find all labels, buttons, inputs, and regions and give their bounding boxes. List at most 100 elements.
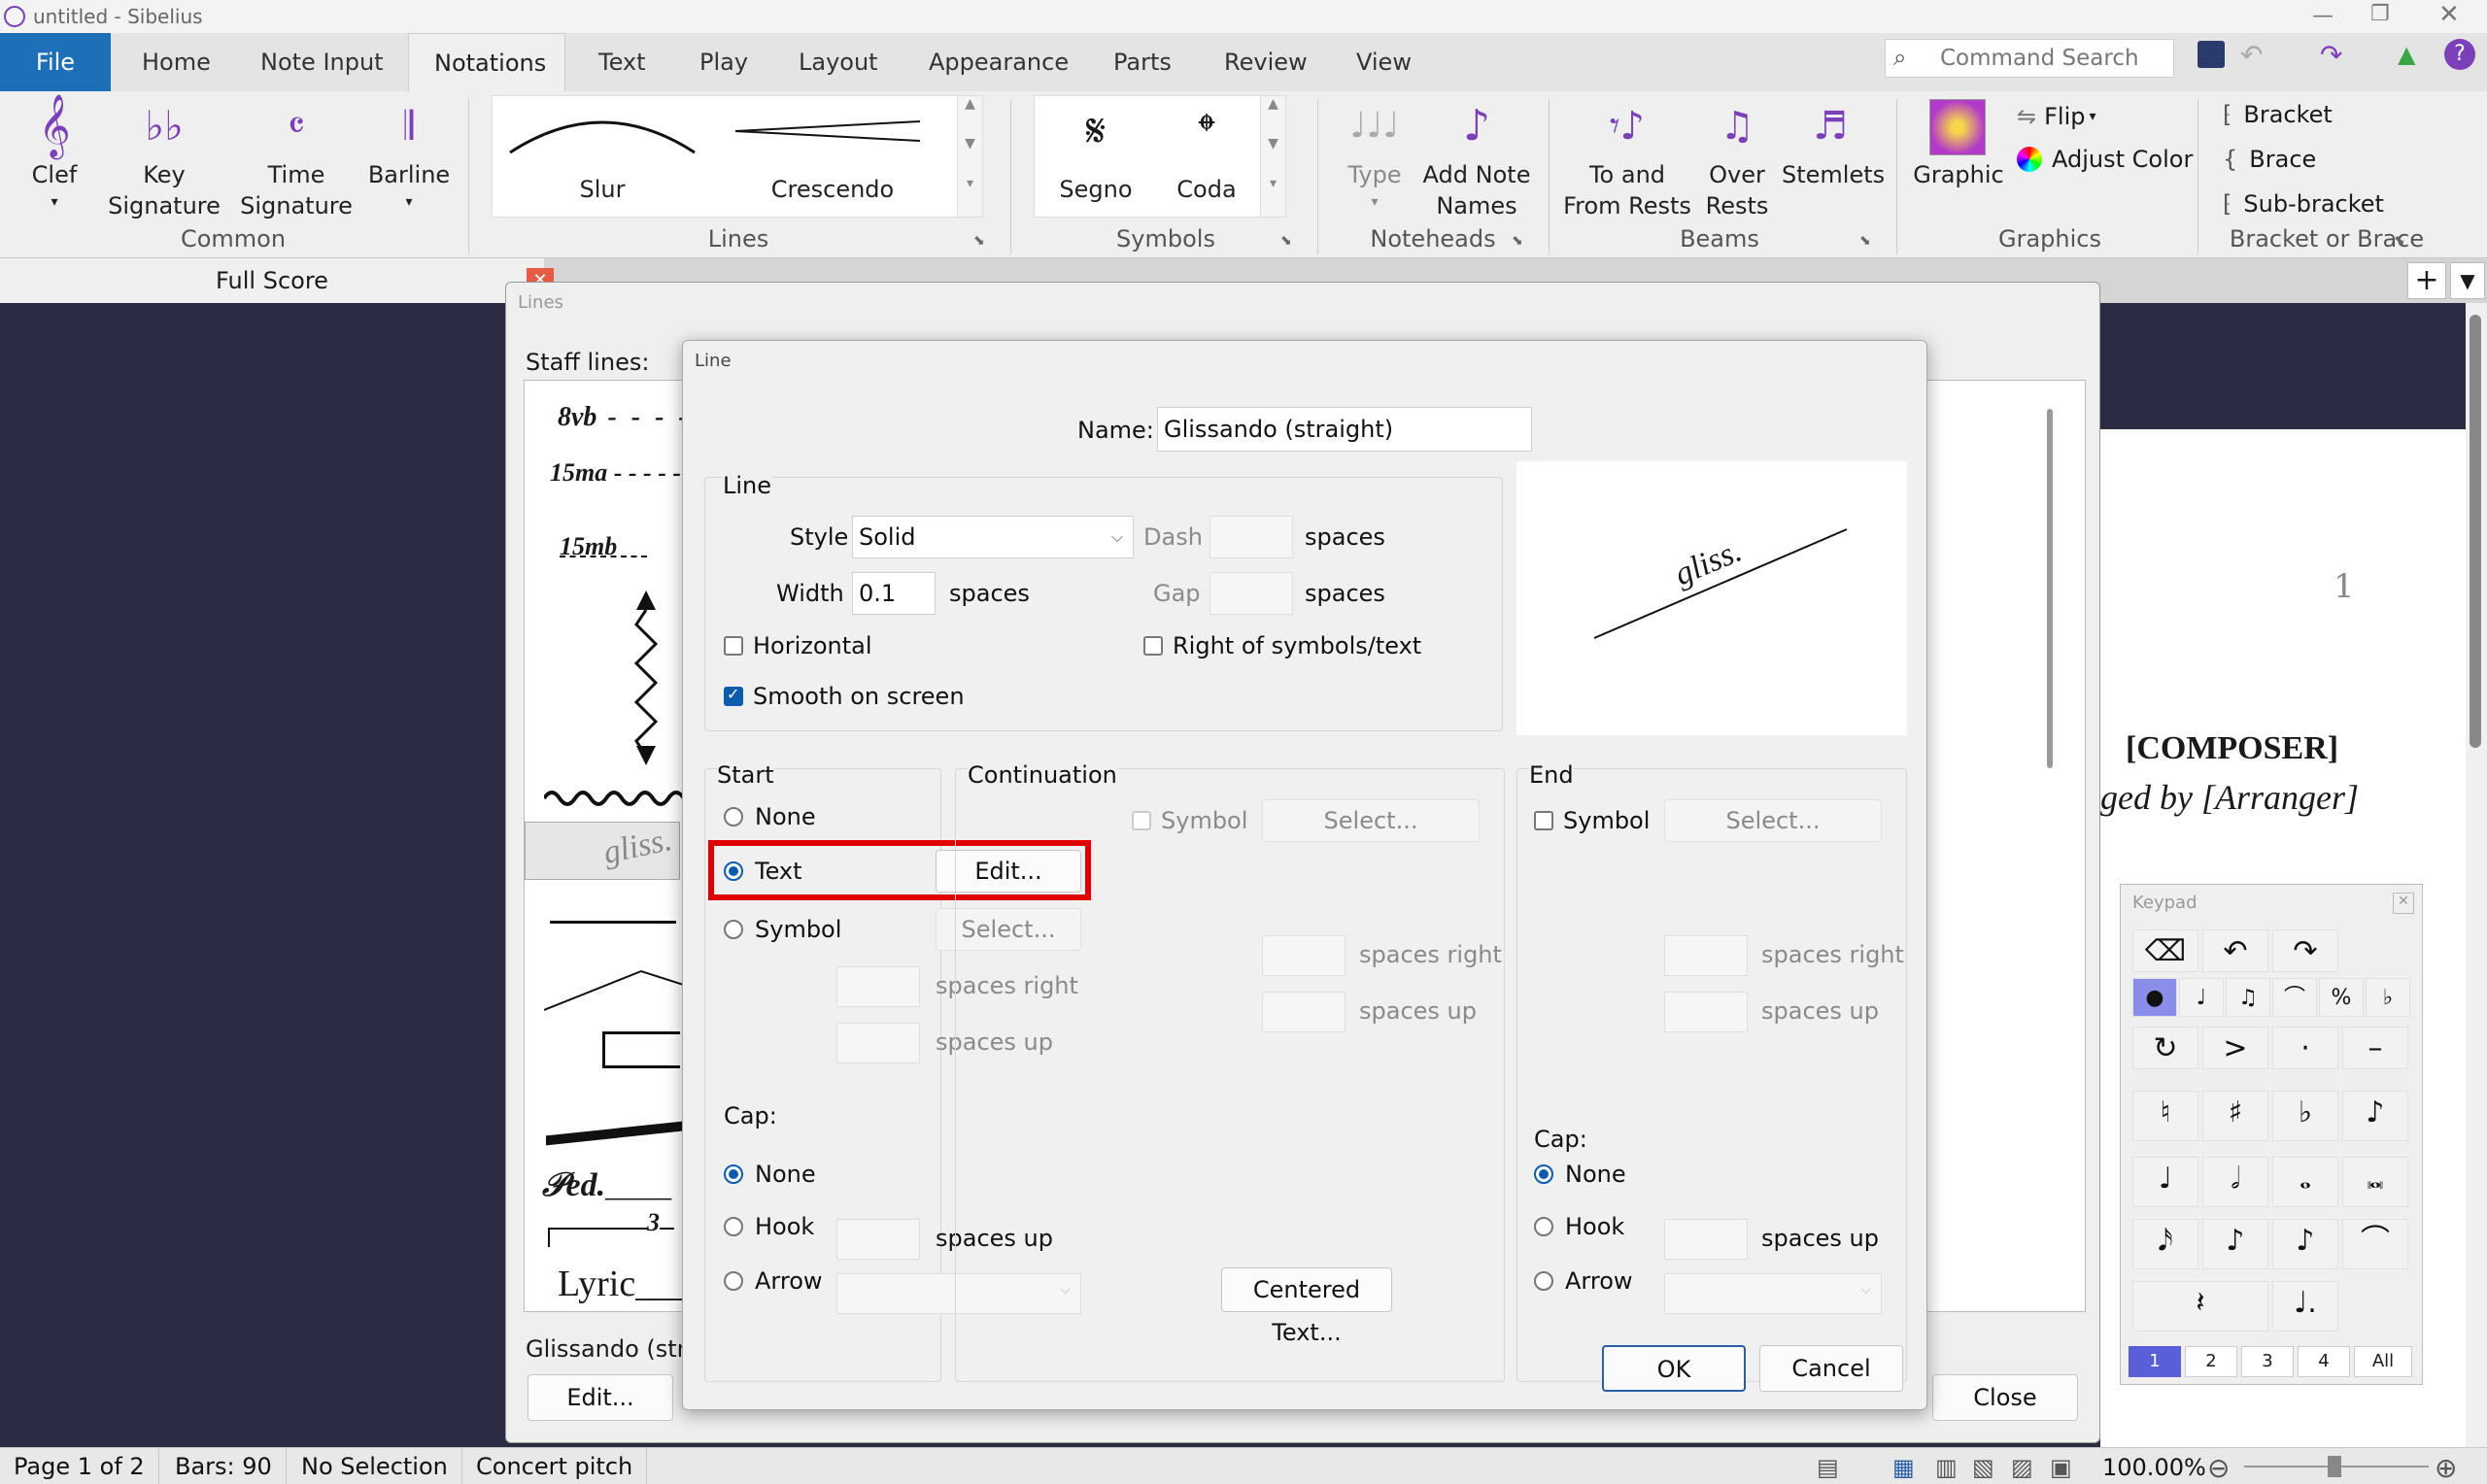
keypad-layout-6-icon[interactable]: ♭: [2366, 978, 2410, 1017]
redo-key-icon[interactable]: ↷: [2272, 929, 2338, 972]
beams-dialog-launcher-icon[interactable]: ⬊: [1859, 233, 1871, 249]
end-cap-hook-field[interactable]: [1664, 1219, 1748, 1260]
stemlets-button[interactable]: ♬ Stemlets: [1782, 95, 1885, 221]
name-field[interactable]: Glissando (straight): [1157, 407, 1532, 452]
line-item-box[interactable]: [602, 1031, 680, 1068]
symbols-dialog-launcher-icon[interactable]: ⬊: [1280, 233, 1292, 249]
start-spaces-right-field[interactable]: [836, 966, 920, 1007]
keypad-tab-3[interactable]: 3: [2241, 1346, 2294, 1377]
zoom-out-icon[interactable]: ⊖: [2207, 1452, 2230, 1484]
tab-appearance[interactable]: Appearance: [903, 33, 1094, 91]
page-view-icon[interactable]: ▦: [1892, 1454, 1915, 1481]
keypad-layout-4-icon[interactable]: ⌒: [2272, 978, 2317, 1017]
fit-view-icon[interactable]: ▨: [2011, 1454, 2033, 1481]
spreads-view-icon[interactable]: ▥: [1935, 1454, 1958, 1481]
eighth-note-key-icon[interactable]: ♪: [2202, 1219, 2268, 1269]
add-note-names-button[interactable]: ♪ Add Note Names: [1420, 95, 1533, 221]
style-select[interactable]: Solid ⌵: [852, 516, 1134, 558]
maximize-icon[interactable]: ❐: [2370, 2, 2390, 26]
lines-gallery-scroll[interactable]: ▲ ▼ ▾: [957, 96, 982, 217]
keypad-layout-5-icon[interactable]: %: [2319, 978, 2364, 1017]
tie-key-icon[interactable]: ↻: [2132, 1027, 2198, 1069]
rest-key-icon[interactable]: 𝄽: [2132, 1281, 2268, 1332]
keypad-tab-4[interactable]: 4: [2298, 1346, 2350, 1377]
tab-list-icon[interactable]: ▼: [2450, 262, 2485, 299]
start-cap-none-radio[interactable]: [724, 1164, 743, 1184]
line-item-pedal[interactable]: 𝒫ed.____: [542, 1167, 671, 1204]
right-of-symbols-checkbox[interactable]: [1143, 636, 1163, 656]
status-concert-pitch[interactable]: Concert pitch: [462, 1448, 648, 1484]
fermata-key-icon[interactable]: ⌒: [2342, 1219, 2408, 1269]
end-select-button[interactable]: Select...: [1664, 799, 1882, 842]
cancel-button[interactable]: Cancel: [1759, 1345, 1903, 1392]
line-item-15ma[interactable]: 15ma - - - - - -: [550, 458, 696, 488]
bracket-dialog-launcher-icon[interactable]: ⬊: [2394, 233, 2405, 249]
noteheads-dialog-launcher-icon[interactable]: ⬊: [1512, 233, 1523, 249]
delete-key-icon[interactable]: ⌫: [2132, 929, 2198, 972]
tab-notations[interactable]: Notations: [408, 33, 565, 91]
end-symbol-checkbox[interactable]: [1534, 811, 1553, 830]
keypad-tab-2[interactable]: 2: [2185, 1346, 2237, 1377]
keypad-close-icon[interactable]: ✕: [2393, 893, 2414, 914]
dot-key-icon[interactable]: ♩.: [2272, 1281, 2338, 1332]
sixteenth-note-key-icon[interactable]: 𝅘𝅥𝅯: [2132, 1219, 2198, 1269]
tab-text[interactable]: Text: [573, 33, 671, 91]
continuation-select-button[interactable]: Select...: [1262, 799, 1480, 842]
staccato-key-icon[interactable]: ·: [2272, 1027, 2338, 1069]
keypad-tab-1[interactable]: 1: [2129, 1346, 2181, 1377]
crescendo-gallery-item[interactable]: Crescendo: [726, 102, 939, 209]
symbols-gallery-scroll[interactable]: ▲ ▼ ▾: [1260, 96, 1285, 217]
start-none-radio[interactable]: [724, 807, 743, 826]
full-score-tab[interactable]: Full Score: [0, 258, 544, 303]
segno-gallery-item[interactable]: 𝄋 Segno: [1042, 100, 1149, 215]
view-icon[interactable]: ▤: [1817, 1454, 1839, 1481]
accent-key-icon[interactable]: >: [2202, 1027, 2268, 1069]
redo-icon[interactable]: ↷: [2320, 39, 2342, 71]
help-icon[interactable]: ?: [2444, 39, 2475, 70]
sub-bracket-button[interactable]: ⁅ Sub-bracket: [2223, 186, 2384, 221]
lines-dialog-launcher-icon[interactable]: ⬊: [973, 233, 985, 249]
adjust-color-button[interactable]: Adjust Color: [2017, 142, 2193, 177]
start-spaces-up-field[interactable]: [836, 1023, 920, 1063]
tab-file[interactable]: File: [0, 33, 111, 91]
bracket-button[interactable]: ⁅ Bracket: [2223, 97, 2333, 132]
start-cap-hook-field[interactable]: [836, 1219, 920, 1260]
undo-key-icon[interactable]: ↶: [2202, 929, 2268, 972]
horizontal-checkbox[interactable]: [724, 636, 743, 656]
start-cap-hook-radio[interactable]: [724, 1217, 743, 1236]
half-note-key-icon[interactable]: 𝅗𝅥: [2202, 1157, 2268, 1207]
line-item-tuplet[interactable]: 3: [548, 1208, 674, 1247]
close-button[interactable]: Close: [1932, 1374, 2078, 1421]
tab-note-input[interactable]: Note Input: [235, 33, 409, 91]
edit-line-button[interactable]: Edit...: [528, 1374, 673, 1421]
line-item-15mb[interactable]: 15mb: [560, 532, 647, 560]
flat-key-icon[interactable]: ♭: [2272, 1091, 2338, 1141]
flip-button[interactable]: ⇋ Flip ▾: [2017, 99, 2096, 134]
line-item-thick[interactable]: [546, 1121, 682, 1146]
continuation-spaces-up-field[interactable]: [1262, 992, 1346, 1032]
graphic-button[interactable]: Graphic: [1908, 95, 2009, 221]
tab-play[interactable]: Play: [674, 33, 773, 91]
key-signature-button[interactable]: ♭♭ Key Signature: [101, 95, 227, 221]
clef-button[interactable]: 𝄞 Clef ▾: [14, 95, 95, 218]
ok-button[interactable]: OK: [1602, 1345, 1746, 1392]
screen-view-icon[interactable]: ▣: [2050, 1454, 2072, 1481]
keypad-layout-3-icon[interactable]: ♫: [2226, 978, 2270, 1017]
slur-gallery-item[interactable]: Slur: [500, 102, 704, 209]
command-search-field[interactable]: ⌕ Command Search: [1885, 39, 2174, 78]
line-item-plain[interactable]: [550, 921, 676, 924]
coda-gallery-item[interactable]: 𝄌 Coda: [1153, 100, 1260, 215]
keypad-layout-2-icon[interactable]: ♩: [2179, 978, 2224, 1017]
brace-button[interactable]: { Brace: [2223, 142, 2316, 177]
undo-icon[interactable]: ↶: [2240, 39, 2263, 71]
end-cap-arrow-radio[interactable]: [1534, 1271, 1553, 1291]
score-vertical-scrollbar[interactable]: [2466, 303, 2487, 1447]
tab-parts[interactable]: Parts: [1088, 33, 1197, 91]
eighth-note-alt-key-icon[interactable]: ♪: [2272, 1219, 2338, 1269]
continuation-symbol-checkbox[interactable]: [1132, 811, 1151, 830]
whole-note-key-icon[interactable]: 𝅝: [2272, 1157, 2338, 1207]
beam-over-rests-button[interactable]: ♫ Over Rests: [1694, 95, 1780, 221]
close-icon[interactable]: ✕: [2438, 0, 2460, 29]
line-item-gliss-selected[interactable]: gliss.: [525, 822, 680, 880]
end-spaces-right-field[interactable]: [1664, 935, 1748, 976]
